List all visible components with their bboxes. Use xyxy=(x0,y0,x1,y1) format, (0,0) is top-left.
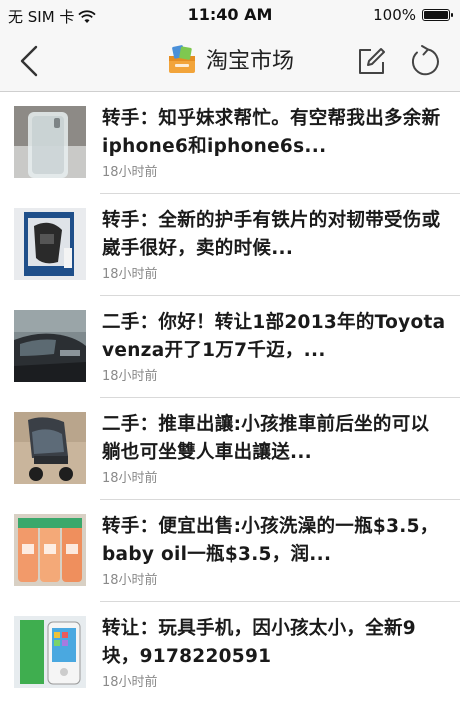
list-item[interactable]: 二手：推車出讓:小孩推車前后坐的可以躺也可坐雙人車出讓送... 18小时前 xyxy=(0,398,460,500)
item-text: 转手：便宜出售:小孩洗澡的一瓶$3.5，baby oil一瓶$3.5，润... … xyxy=(102,513,448,588)
item-time: 18小时前 xyxy=(102,165,158,180)
item-text: 二手：推車出讓:小孩推車前后坐的可以躺也可坐雙人車出讓送... 18小时前 xyxy=(102,411,448,486)
item-time: 18小时前 xyxy=(102,369,158,384)
thumbnail-image xyxy=(14,106,86,178)
item-title: 转让：玩具手机，因小孩太小，全新9块，9178220591 xyxy=(102,618,416,667)
refresh-icon xyxy=(411,45,439,76)
nav-bar: 淘宝市场 xyxy=(0,30,460,92)
list-item[interactable]: 转让：玩具手机，因小孩太小，全新9块，9178220591 18小时前 xyxy=(0,602,460,704)
item-time: 18小时前 xyxy=(102,573,158,588)
phone-case-image xyxy=(14,106,86,178)
wrist-brace-image xyxy=(14,208,86,280)
battery-fill xyxy=(424,11,448,19)
market-logo-icon xyxy=(168,45,195,73)
refresh-button[interactable] xyxy=(408,44,442,78)
thumbnail-image xyxy=(14,616,86,688)
battery-percent: 100% xyxy=(373,6,416,24)
item-text: 转手：全新的护手有铁片的对韧带受伤或崴手很好，卖的时候... 18小时前 xyxy=(102,207,448,282)
status-bar: 无 SIM 卡 11:40 AM 100% xyxy=(0,0,460,30)
item-title: 转手：便宜出售:小孩洗澡的一瓶$3.5，baby oil一瓶$3.5，润... xyxy=(102,516,439,565)
item-title: 二手：推車出讓:小孩推車前后坐的可以躺也可坐雙人車出讓送... xyxy=(102,414,430,463)
item-text: 转手：知乎妹求帮忙。有空帮我出多余新iphone6和iphone6s... 18… xyxy=(102,105,448,180)
item-title: 二手：你好！转让1部2013年的Toyota venza开了1万7千迈，... xyxy=(102,312,446,361)
item-time: 18小时前 xyxy=(102,471,158,486)
bottles-image xyxy=(14,514,86,586)
item-time: 18小时前 xyxy=(102,267,158,282)
item-text: 转让：玩具手机，因小孩太小，全新9块，9178220591 18小时前 xyxy=(102,615,448,690)
page-title: 淘宝市场 xyxy=(205,49,294,74)
car-image xyxy=(14,310,86,382)
nav-title-group: 淘宝市场 xyxy=(0,43,460,75)
list-item[interactable]: 转手：全新的护手有铁片的对韧带受伤或崴手很好，卖的时候... 18小时前 xyxy=(0,194,460,296)
thumbnail-image xyxy=(14,412,86,484)
thumbnail-image xyxy=(14,514,86,586)
thumbnail-image xyxy=(14,208,86,280)
item-title: 转手：全新的护手有铁片的对韧带受伤或崴手很好，卖的时候... xyxy=(102,210,441,259)
stroller-image xyxy=(14,412,86,484)
toy-phone-image xyxy=(14,616,86,688)
status-right: 100% xyxy=(373,6,453,24)
listing-list: 转手：知乎妹求帮忙。有空帮我出多余新iphone6和iphone6s... 18… xyxy=(0,92,460,704)
item-title: 转手：知乎妹求帮忙。有空帮我出多余新iphone6和iphone6s... xyxy=(102,108,441,157)
compose-button[interactable] xyxy=(356,45,388,77)
list-item[interactable]: 转手：知乎妹求帮忙。有空帮我出多余新iphone6和iphone6s... 18… xyxy=(0,92,460,194)
item-time: 18小时前 xyxy=(102,675,158,690)
list-item[interactable]: 二手：你好！转让1部2013年的Toyota venza开了1万7千迈，... … xyxy=(0,296,460,398)
list-item[interactable]: 转手：便宜出售:小孩洗澡的一瓶$3.5，baby oil一瓶$3.5，润... … xyxy=(0,500,460,602)
thumbnail-image xyxy=(14,310,86,382)
battery-icon xyxy=(422,9,453,21)
compose-icon xyxy=(359,48,385,74)
item-text: 二手：你好！转让1部2013年的Toyota venza开了1万7千迈，... … xyxy=(102,309,448,384)
